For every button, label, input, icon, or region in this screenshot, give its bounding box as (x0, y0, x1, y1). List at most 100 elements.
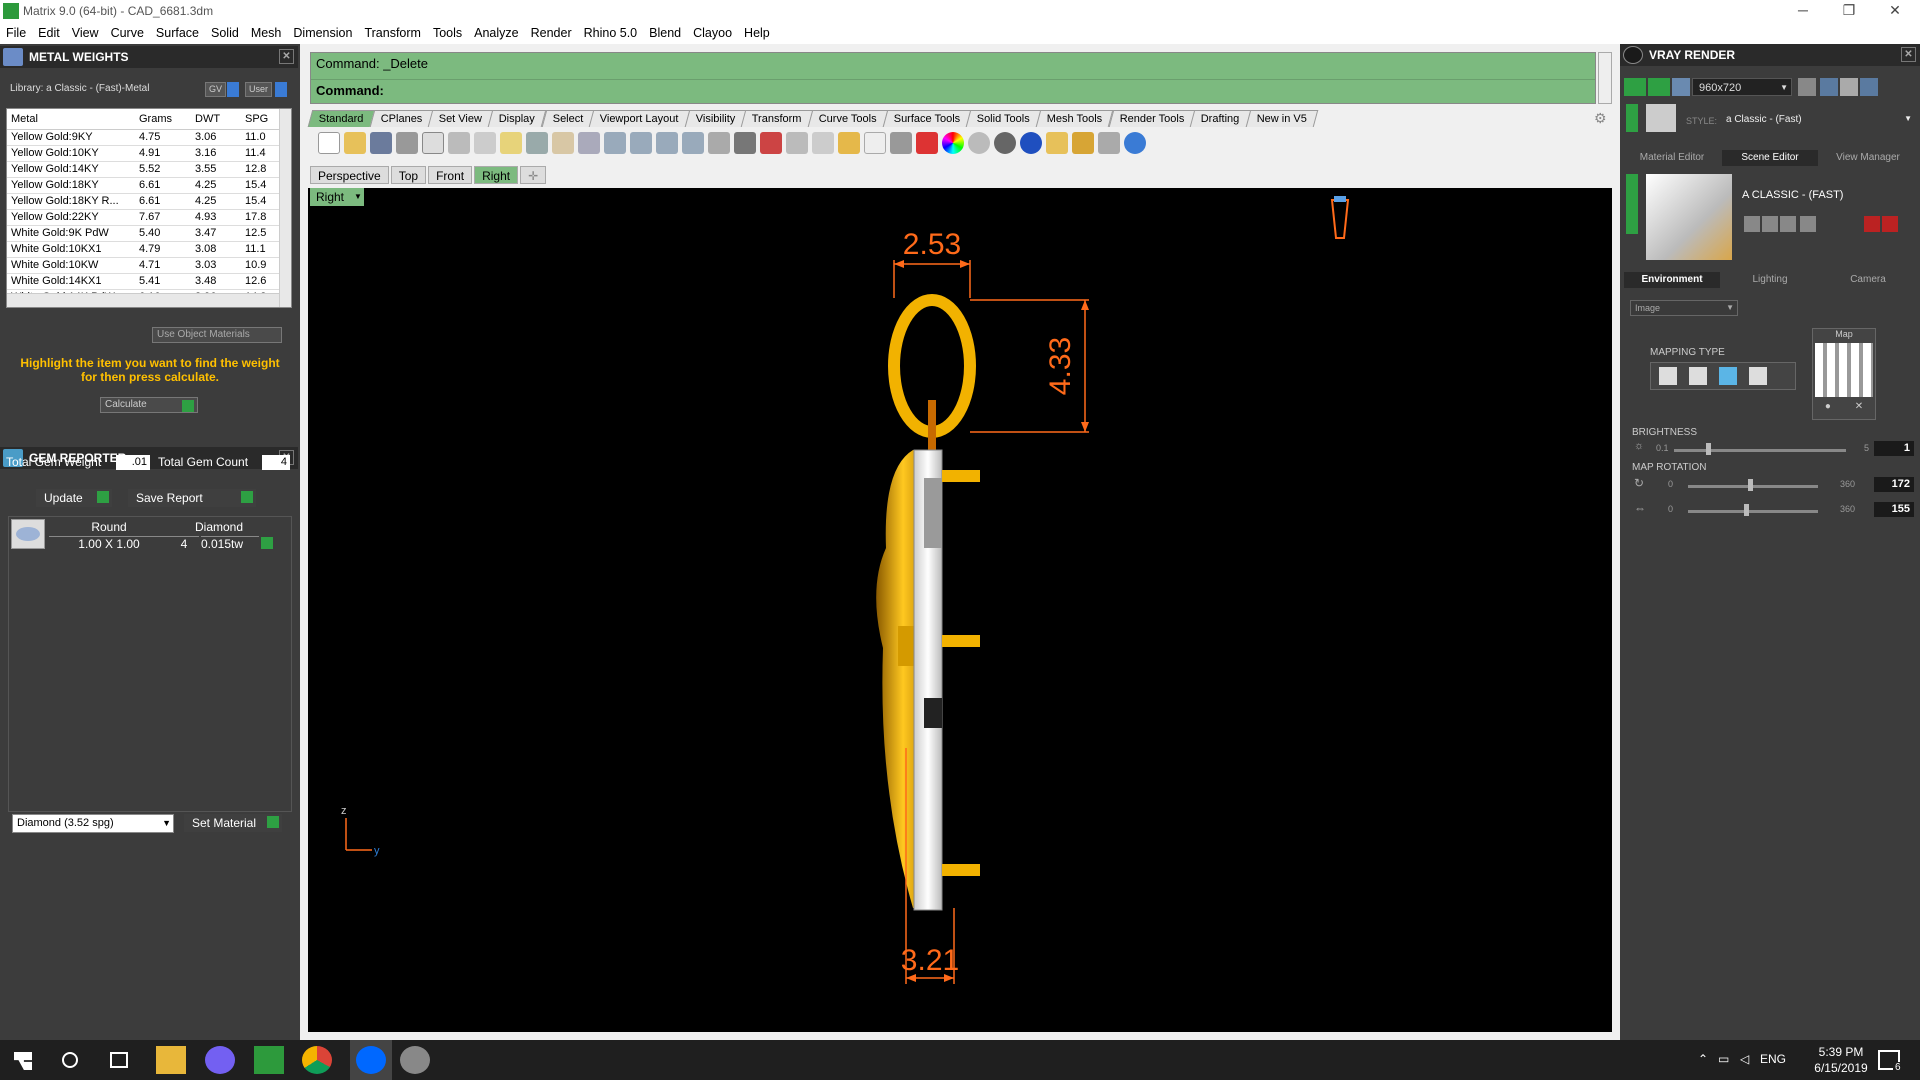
save-icon[interactable] (370, 132, 392, 154)
rotation-h-slider-thumb[interactable] (1748, 479, 1753, 491)
menu-mesh[interactable]: Mesh (245, 26, 288, 40)
gear-icon[interactable]: ⚙ (1594, 110, 1607, 127)
language-indicator[interactable]: ENG (1760, 1052, 1786, 1066)
horizontal-scrollbar[interactable] (7, 293, 279, 307)
rotation-h-value[interactable]: 172 (1874, 477, 1914, 492)
minimize-button[interactable]: ─ (1780, 0, 1826, 22)
collapse-icon[interactable] (1626, 104, 1638, 132)
close-icon[interactable]: ✕ (1901, 47, 1916, 62)
close-icon[interactable]: ✕ (279, 49, 294, 64)
tab-scene-editor[interactable]: Scene Editor (1722, 150, 1818, 166)
rotation-v-value[interactable]: 155 (1874, 502, 1914, 517)
delete-icon[interactable] (1864, 216, 1880, 232)
viewport-grid-icon[interactable] (734, 132, 756, 154)
tab-cplanes[interactable]: CPlanes (369, 110, 434, 127)
table-row[interactable]: Yellow Gold:14KY 5.52 3.55 12.8 (7, 161, 291, 178)
style-select[interactable]: a Classic - (Fast) ▼ (1726, 114, 1912, 125)
tab-mesh-tools[interactable]: Mesh Tools (1036, 110, 1115, 127)
menu-edit[interactable]: Edit (32, 26, 66, 40)
car-icon[interactable] (760, 132, 782, 154)
use-object-materials-button[interactable]: Use Object Materials (152, 327, 282, 343)
table-row[interactable]: Yellow Gold:22KY 7.67 4.93 17.8 (7, 209, 291, 226)
col-dwt[interactable]: DWT (191, 109, 241, 130)
tab-front[interactable]: Front (428, 166, 473, 184)
brightness-slider[interactable] (1674, 449, 1846, 452)
menu-render[interactable]: Render (525, 26, 578, 40)
lightbulb-icon[interactable] (864, 132, 886, 154)
print-icon[interactable] (396, 132, 418, 154)
user-toggle[interactable]: User (245, 82, 273, 97)
table-row[interactable]: White Gold:9K PdW 5.40 3.47 12.5 (7, 225, 291, 242)
remove-scene-icon[interactable] (1800, 216, 1816, 232)
mapping-screen-icon[interactable] (1749, 367, 1767, 385)
mapping-spherical-icon[interactable] (1719, 367, 1737, 385)
gv-info-icon[interactable] (227, 82, 239, 97)
light-icon[interactable] (1046, 132, 1068, 154)
wireframe-sphere-icon[interactable] (968, 132, 990, 154)
tab-right[interactable]: Right (474, 166, 519, 184)
tab-display[interactable]: Display (488, 110, 547, 127)
tab-view-manager[interactable]: View Manager (1820, 150, 1916, 166)
save-scene-icon[interactable] (1744, 216, 1760, 232)
tab-top[interactable]: Top (390, 166, 427, 184)
collapse-icon[interactable] (1626, 174, 1638, 234)
maximize-button[interactable]: ❐ (1826, 0, 1872, 22)
menu-curve[interactable]: Curve (105, 26, 150, 40)
save-report-button[interactable]: Save Report (128, 489, 256, 507)
tab-solid-tools[interactable]: Solid Tools (966, 110, 1042, 127)
map-options-icon[interactable]: ● (1825, 401, 1831, 412)
menu-dimension[interactable]: Dimension (287, 26, 358, 40)
load-scene-icon[interactable] (1762, 216, 1778, 232)
tab-standard[interactable]: Standard (307, 110, 375, 127)
brightness-value[interactable]: 1 (1874, 441, 1914, 456)
task-view-icon[interactable] (110, 1052, 128, 1068)
chevron-up-icon[interactable]: ⌃ (1698, 1052, 1708, 1066)
user-info-icon[interactable] (275, 82, 287, 97)
paste-icon[interactable] (500, 132, 522, 154)
map-slot[interactable]: Map ● ✕ (1812, 328, 1876, 420)
menu-analyze[interactable]: Analyze (468, 26, 524, 40)
col-grams[interactable]: Grams (135, 109, 191, 130)
tab-perspective[interactable]: Perspective (310, 166, 389, 184)
color-wheel-icon[interactable] (942, 132, 964, 154)
tab-camera[interactable]: Camera (1820, 272, 1916, 288)
cut-icon[interactable] (448, 132, 470, 154)
chrome-icon[interactable] (302, 1046, 332, 1074)
zoom-selected-icon[interactable] (682, 132, 704, 154)
table-row[interactable]: White Gold:10KX1 4.79 3.08 11.1 (7, 241, 291, 258)
calculate-button[interactable]: Calculate (100, 397, 198, 413)
menu-file[interactable]: File (0, 26, 32, 40)
tab-select[interactable]: Select (541, 110, 595, 127)
map-remove-icon[interactable]: ✕ (1855, 401, 1863, 412)
menu-tools[interactable]: Tools (427, 26, 468, 40)
tab-lighting[interactable]: Lighting (1722, 272, 1818, 288)
tab-drafting[interactable]: Drafting (1190, 110, 1252, 127)
menu-view[interactable]: View (66, 26, 105, 40)
menu-surface[interactable]: Surface (150, 26, 205, 40)
rotate-view-icon[interactable] (708, 132, 730, 154)
menu-help[interactable]: Help (738, 26, 776, 40)
target-icon[interactable] (812, 132, 834, 154)
open-file-icon[interactable] (344, 132, 366, 154)
reset-icon[interactable] (1882, 216, 1898, 232)
viewport-label[interactable]: Right ▼ (310, 188, 364, 206)
clock-time[interactable]: 5:39 PM (1806, 1045, 1876, 1059)
material-select[interactable]: Diamond (3.52 spg) ▼ (12, 814, 174, 833)
volume-icon[interactable]: ◁ (1740, 1052, 1749, 1066)
lock-icon[interactable] (890, 132, 912, 154)
gv-toggle[interactable]: GV (205, 82, 227, 97)
layer-icon[interactable] (916, 132, 938, 154)
table-row[interactable]: Yellow Gold:18KY R... 6.61 4.25 15.4 (7, 193, 291, 210)
resolution-select[interactable]: 960x720 ▼ (1692, 78, 1792, 96)
options-gear-icon[interactable] (1072, 132, 1094, 154)
tab-viewport-layout[interactable]: Viewport Layout (588, 110, 691, 127)
analyze-icon[interactable] (1098, 132, 1120, 154)
viber-icon[interactable] (205, 1046, 235, 1074)
help-icon[interactable] (1124, 132, 1146, 154)
tab-transform[interactable]: Transform (741, 110, 814, 127)
render-icon[interactable] (1624, 78, 1646, 96)
add-viewport-icon[interactable]: ✛ (520, 166, 547, 184)
frame-buffer-icon[interactable] (1672, 78, 1690, 96)
close-button[interactable]: ✕ (1872, 0, 1918, 22)
tab-curve-tools[interactable]: Curve Tools (807, 110, 889, 127)
